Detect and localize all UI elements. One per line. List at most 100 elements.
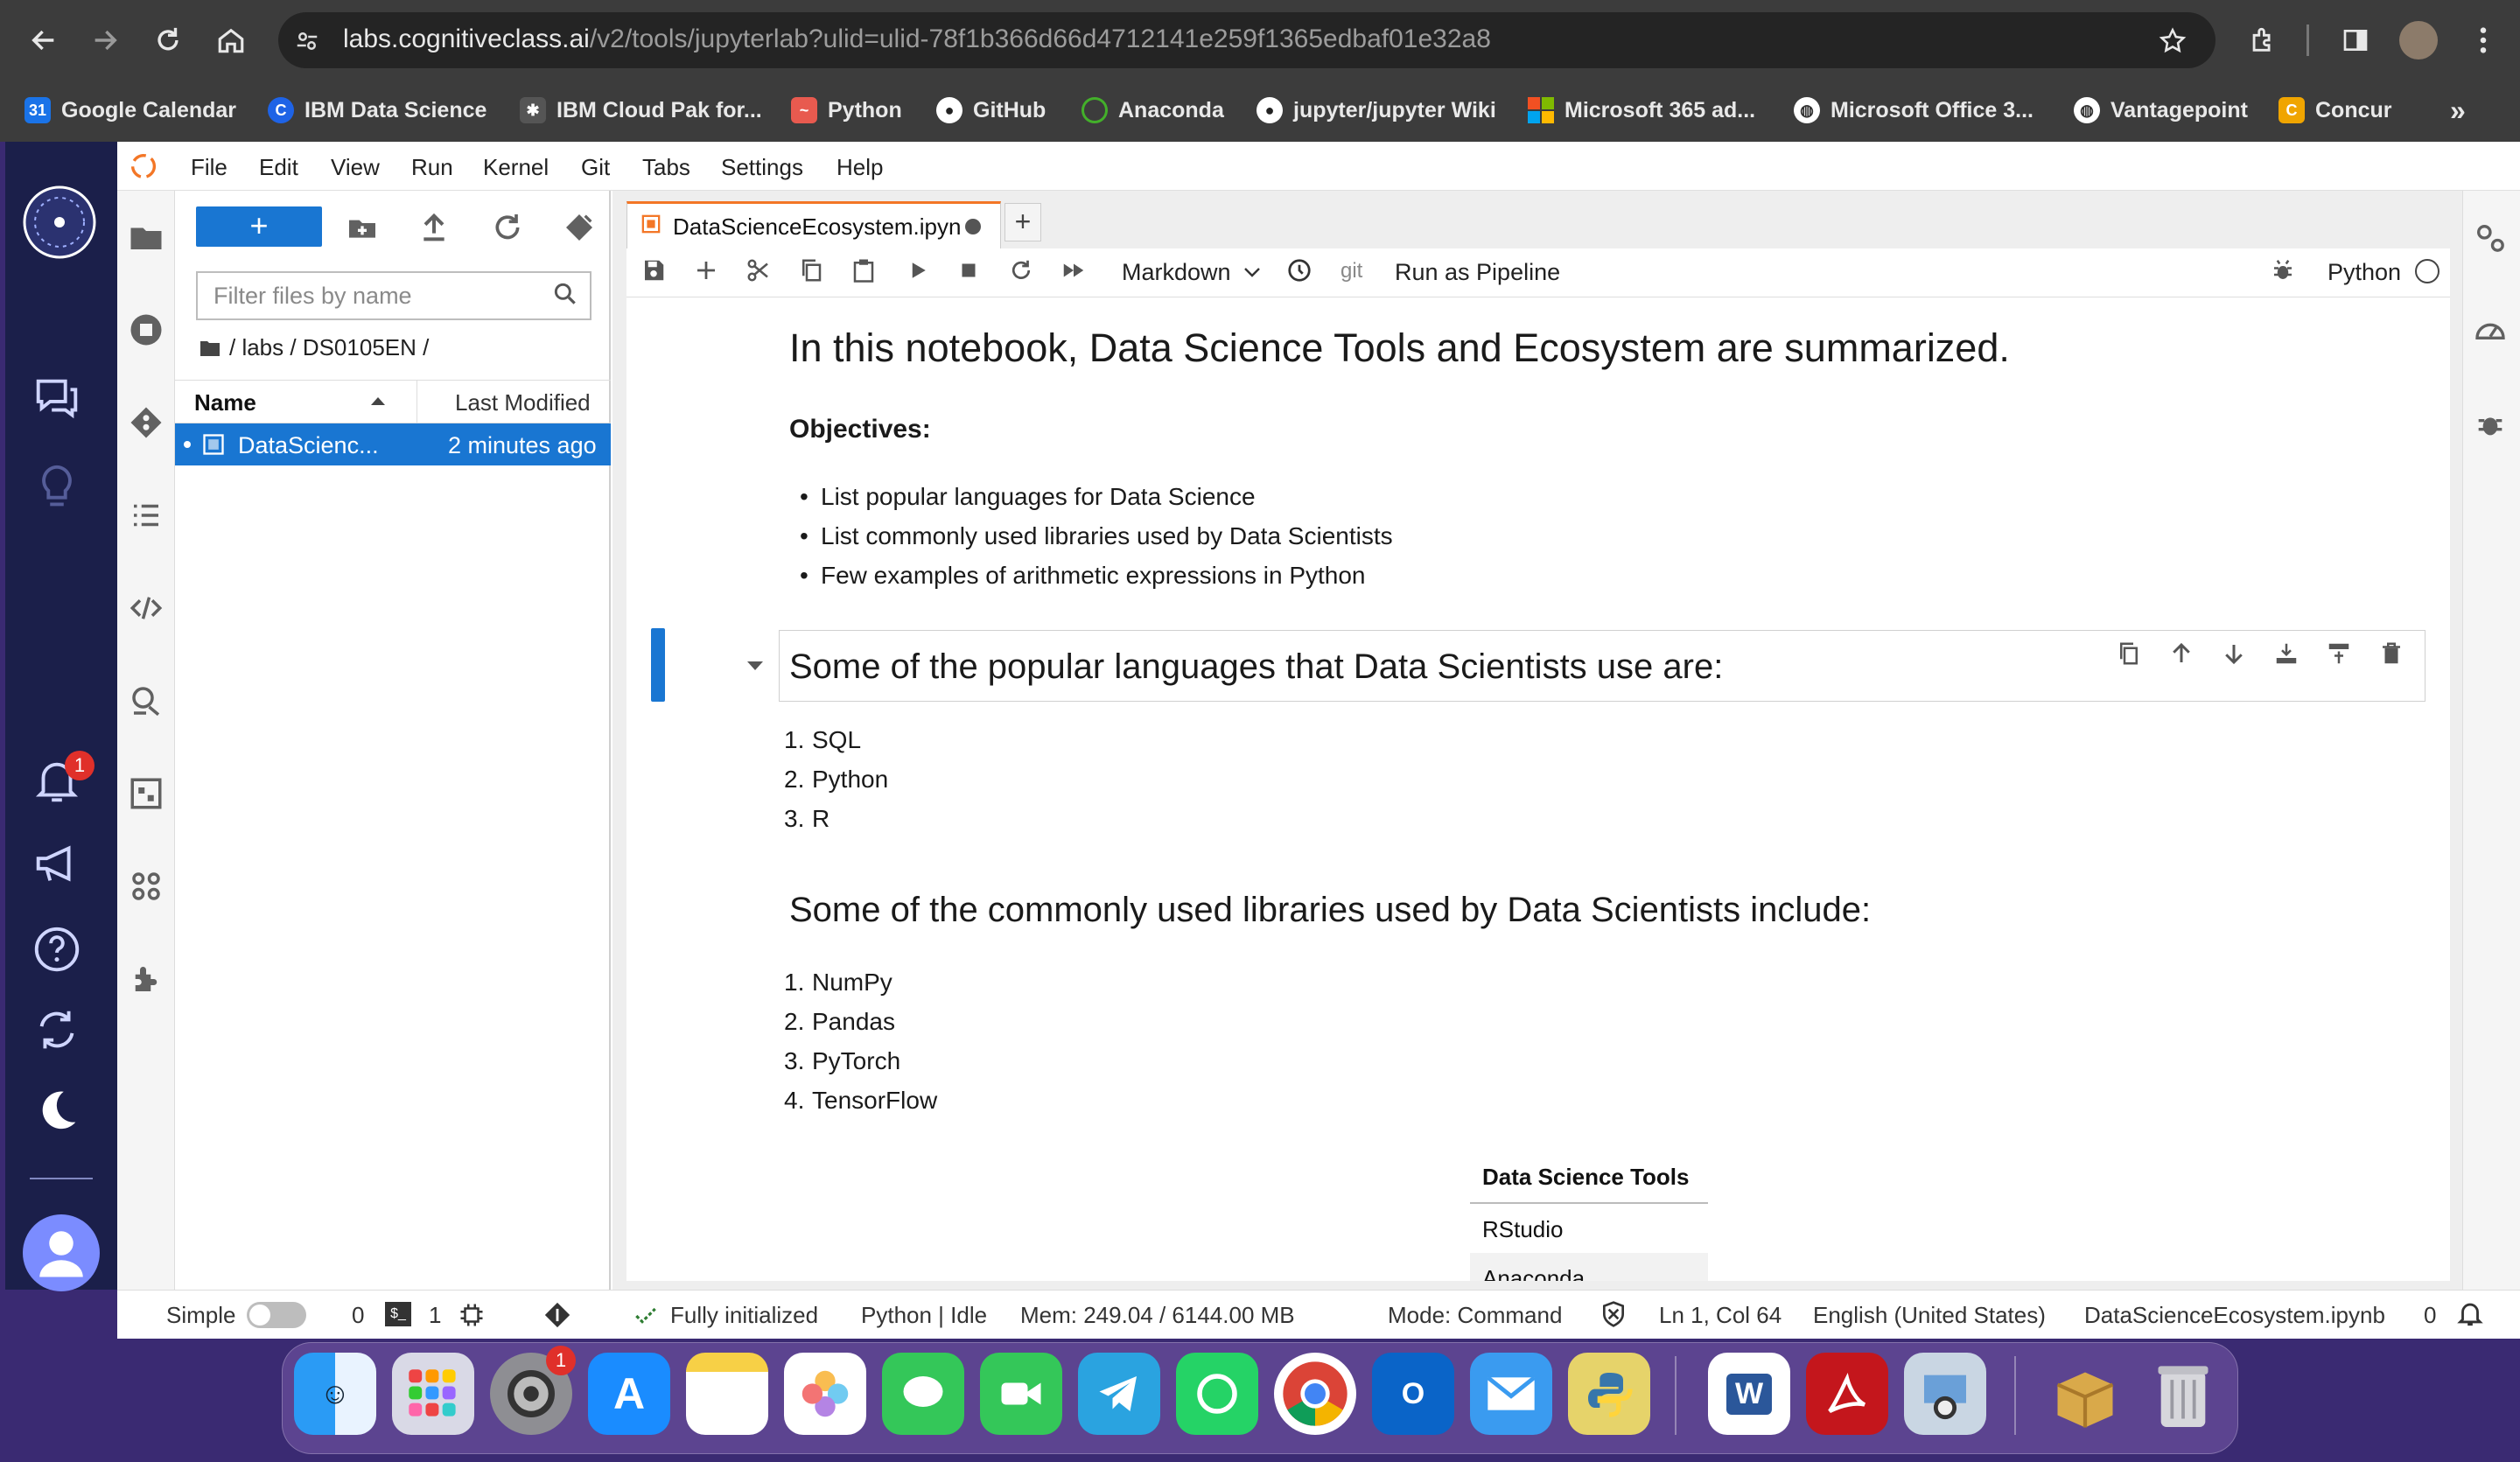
unsaved-dot-icon[interactable] xyxy=(965,219,981,234)
upload-icon[interactable] xyxy=(416,210,452,245)
acrobat-app-icon[interactable] xyxy=(1806,1353,1888,1435)
menu-run[interactable]: Run xyxy=(411,154,453,181)
extensions-puzzle-icon[interactable] xyxy=(128,961,164,997)
profile-avatar[interactable] xyxy=(2399,21,2438,59)
word-app-icon[interactable]: W xyxy=(1708,1353,1790,1435)
clock-icon[interactable] xyxy=(1286,257,1316,287)
paste-icon[interactable] xyxy=(850,257,880,287)
delete-cell-icon[interactable] xyxy=(2378,640,2408,670)
run-as-pipeline-button[interactable]: Run as Pipeline xyxy=(1395,259,1560,286)
bookmark-ibm-cloud-pak[interactable]: ✱ IBM Cloud Pak for... xyxy=(520,91,762,129)
cursor-position[interactable]: Ln 1, Col 64 xyxy=(1659,1302,1782,1329)
megaphone-icon[interactable] xyxy=(30,836,84,891)
side-panel-icon[interactable] xyxy=(2338,23,2373,58)
menu-file[interactable]: File xyxy=(191,154,228,181)
facetime-app-icon[interactable] xyxy=(980,1353,1062,1435)
insert-below-icon[interactable] xyxy=(2326,640,2356,670)
site-settings-icon[interactable] xyxy=(292,26,322,56)
chrome-app-icon[interactable] xyxy=(1274,1353,1356,1435)
run-icon[interactable] xyxy=(905,257,934,287)
bookmark-microsoft-365[interactable]: Microsoft 365 ad... xyxy=(1528,91,1755,129)
messages-app-icon[interactable] xyxy=(882,1353,964,1435)
bookmark-jupyter-wiki[interactable]: ● jupyter/jupyter Wiki xyxy=(1256,91,1496,129)
cut-icon[interactable] xyxy=(746,257,775,287)
chat-icon[interactable] xyxy=(30,371,84,425)
simple-mode-toggle[interactable] xyxy=(247,1302,306,1328)
git-icon[interactable] xyxy=(128,404,164,441)
menu-help[interactable]: Help xyxy=(836,154,883,181)
finder-app-icon[interactable]: ☺ xyxy=(294,1353,376,1435)
home-icon[interactable] xyxy=(208,17,254,63)
column-last-modified[interactable]: Last Modified xyxy=(455,389,591,416)
help-icon[interactable] xyxy=(30,922,84,976)
running-kernels-icon[interactable] xyxy=(128,311,164,348)
forward-icon[interactable] xyxy=(82,17,128,63)
url-text[interactable]: labs.cognitiveclass.ai/v2/tools/jupyterl… xyxy=(343,24,1491,54)
moon-icon[interactable] xyxy=(30,1083,84,1137)
user-avatar[interactable] xyxy=(23,1214,100,1291)
lightbulb-icon[interactable] xyxy=(30,460,84,514)
spellcheck-language[interactable]: English (United States) xyxy=(1813,1302,2046,1329)
menu-git[interactable]: Git xyxy=(581,154,610,181)
app-store-app-icon[interactable]: A xyxy=(588,1353,670,1435)
debugger-bug-icon[interactable] xyxy=(2270,257,2300,287)
whatsapp-app-icon[interactable] xyxy=(1176,1353,1258,1435)
new-folder-icon[interactable] xyxy=(345,210,380,245)
save-icon[interactable] xyxy=(640,257,670,287)
elyra-icon[interactable] xyxy=(128,868,164,905)
menu-edit[interactable]: Edit xyxy=(259,154,298,181)
bookmark-anaconda[interactable]: Anaconda xyxy=(1082,91,1224,129)
property-gears-icon[interactable] xyxy=(2473,220,2508,255)
bookmark-python[interactable]: ~ Python xyxy=(791,91,902,129)
bookmark-github[interactable]: ● GitHub xyxy=(936,91,1046,129)
folder-home-icon[interactable] xyxy=(200,339,220,358)
status-bell-icon[interactable] xyxy=(2455,1298,2485,1328)
sort-caret-icon[interactable] xyxy=(369,395,387,407)
cell-type-select[interactable]: Markdown xyxy=(1122,257,1261,287)
kernel-name[interactable]: Python xyxy=(2328,259,2401,286)
reload-icon[interactable] xyxy=(145,17,191,63)
tab-notebook[interactable]: DataScienceEcosystem.ipyn xyxy=(626,201,1001,248)
code-snippets-icon[interactable] xyxy=(128,590,164,626)
kernel-chip-icon[interactable] xyxy=(458,1302,485,1328)
insert-above-icon[interactable] xyxy=(2273,640,2303,670)
fast-forward-icon[interactable] xyxy=(1060,257,1090,287)
commands-icon[interactable] xyxy=(128,775,164,812)
bookmark-star-icon[interactable] xyxy=(2156,24,2189,58)
back-icon[interactable] xyxy=(21,17,66,63)
copy-icon[interactable] xyxy=(798,257,828,287)
sync-icon[interactable] xyxy=(30,1003,84,1057)
trusted-shield-icon[interactable] xyxy=(1600,1300,1628,1328)
debugger-panel-icon[interactable] xyxy=(2473,406,2508,441)
new-tab-button[interactable]: + xyxy=(1004,203,1041,241)
preview-app-icon[interactable] xyxy=(1904,1353,1986,1435)
resource-gauge-icon[interactable] xyxy=(2473,313,2508,348)
trash-app-icon[interactable] xyxy=(2142,1353,2224,1435)
breadcrumb-path[interactable]: / labs / DS0105EN / xyxy=(229,334,429,361)
kernel-status[interactable]: Python | Idle xyxy=(861,1302,987,1329)
move-down-icon[interactable] xyxy=(2221,640,2250,670)
archive-utility-app-icon[interactable] xyxy=(2044,1353,2126,1435)
bookmark-concur[interactable]: C Concur xyxy=(2278,91,2392,129)
menu-kernel[interactable]: Kernel xyxy=(483,154,549,181)
git-status-icon[interactable] xyxy=(542,1300,572,1330)
property-inspector-icon[interactable] xyxy=(128,682,164,719)
insert-cell-icon[interactable] xyxy=(693,257,723,287)
notes-app-icon[interactable] xyxy=(686,1353,768,1435)
launchpad-app-icon[interactable] xyxy=(392,1353,474,1435)
python-launcher-app-icon[interactable] xyxy=(1568,1353,1650,1435)
refresh-icon[interactable] xyxy=(490,210,525,245)
bookmark-ibm-data-science[interactable]: C IBM Data Science xyxy=(268,91,486,129)
extensions-icon[interactable] xyxy=(2245,23,2280,58)
file-row-selected[interactable]: DataScienc... 2 minutes ago xyxy=(175,423,611,465)
menu-view[interactable]: View xyxy=(331,154,380,181)
folder-icon[interactable] xyxy=(128,219,164,255)
bookmark-microsoft-office[interactable]: ◍ Microsoft Office 3... xyxy=(1794,91,2034,129)
telegram-app-icon[interactable] xyxy=(1078,1353,1160,1435)
git-diff-button[interactable]: git xyxy=(1340,259,1362,283)
filter-files-input[interactable] xyxy=(198,273,530,318)
move-up-icon[interactable] xyxy=(2168,640,2198,670)
menu-tabs[interactable]: Tabs xyxy=(642,154,690,181)
column-name[interactable]: Name xyxy=(194,389,256,416)
mail-app-icon[interactable] xyxy=(1470,1353,1552,1435)
